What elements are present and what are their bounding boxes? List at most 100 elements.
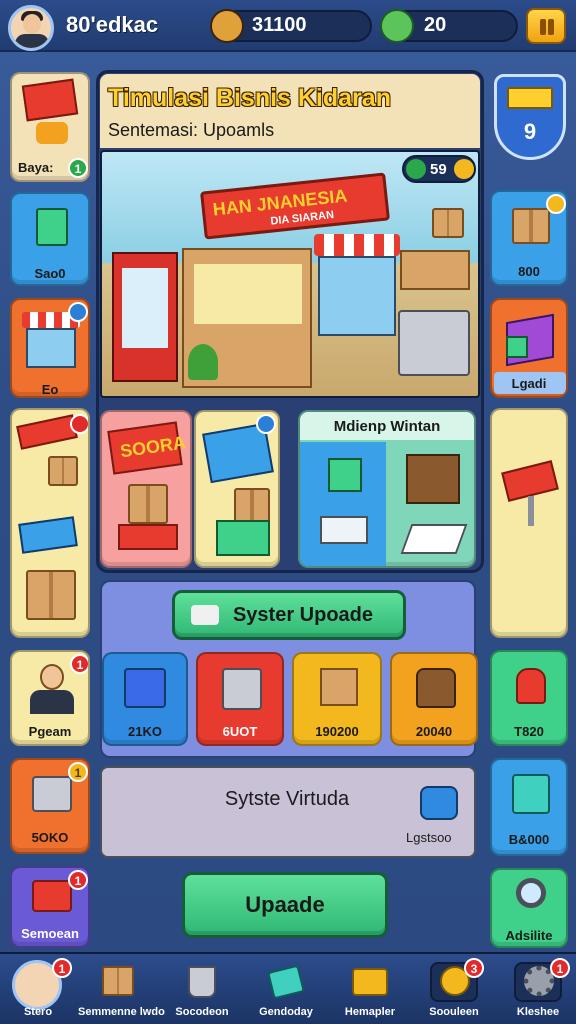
resource-label: 6UOT: [222, 724, 258, 739]
level-shield[interactable]: 9: [494, 74, 566, 160]
nav-item-dashboard[interactable]: Gendoday: [256, 954, 316, 1024]
bucket-icon: [188, 966, 216, 998]
right-tile-signpost[interactable]: [490, 408, 568, 638]
right-tile-cube[interactable]: Lgadi: [490, 298, 568, 398]
left-tile-offers[interactable]: 1 Semoean: [10, 866, 90, 948]
notification-badge: 1: [68, 870, 88, 890]
notification-badge: 1: [70, 654, 88, 674]
alert-badge: [70, 414, 88, 434]
resource-label: 20040: [415, 724, 453, 739]
resource-tile-2[interactable]: 6UOT: [196, 652, 284, 746]
nav-item-settings[interactable]: 1 Kleshee: [508, 954, 570, 1024]
left-tile-label: Sao0: [34, 266, 66, 281]
player-name: 80'edkac: [66, 12, 159, 37]
left-tile-label: 5OKO: [31, 830, 69, 845]
box-icon: [128, 484, 168, 524]
suit-icon: [30, 690, 74, 714]
awning-icon: [314, 234, 400, 256]
nav-label: Socodeon: [175, 1006, 229, 1018]
player-avatar[interactable]: [8, 5, 54, 51]
upgrade-button[interactable]: Upaade: [182, 872, 388, 938]
top-bar: 80'edkac 31100 20: [0, 0, 576, 52]
sign-icon: [21, 78, 79, 122]
nav-label: Gendoday: [259, 1006, 313, 1018]
register-icon: [406, 454, 460, 504]
product-panel[interactable]: Mdienp Wintan: [298, 410, 476, 568]
left-tile-label: Eo: [41, 382, 59, 397]
notification-badge: 3: [464, 958, 484, 978]
pole-icon: [528, 496, 534, 526]
stamp-icon: [516, 668, 546, 704]
ribbon-icon: [36, 122, 68, 144]
crate-icon: [118, 524, 178, 550]
right-tile-label: B&000: [508, 832, 550, 847]
nav-item-products[interactable]: Semmenne lwdo: [78, 954, 165, 1024]
game-subtitle: Sentemasi: Upoamls: [108, 120, 275, 140]
product-card-a[interactable]: SOORA: [100, 410, 192, 568]
info-badge: [256, 414, 276, 434]
star-card-icon: [512, 774, 550, 814]
nav-item-profile[interactable]: 1 Stero: [8, 954, 72, 1024]
left-tile-manager[interactable]: 1 Pgeam: [10, 650, 90, 746]
left-tile-supplies[interactable]: Sao0: [10, 192, 90, 286]
stall-icon: [26, 328, 76, 368]
plus-icon: [406, 159, 426, 179]
nav-label: Semmenne lwdo: [78, 1006, 165, 1018]
nav-item-explore[interactable]: 3 Soouleen: [424, 954, 484, 1024]
coin-icon: [454, 159, 474, 179]
box-icon: [48, 456, 78, 486]
notification-badge: 1: [68, 762, 88, 782]
notification-badge: 1: [52, 958, 72, 978]
left-tile-inventory[interactable]: [10, 408, 90, 638]
cash-register-icon: [352, 968, 388, 996]
sign-icon: SOORA: [107, 421, 187, 475]
pause-button[interactable]: [526, 8, 566, 44]
virtual-system-panel[interactable]: Sytste Virtuda Lgstsoo: [100, 766, 476, 858]
camera-icon: [420, 786, 458, 820]
right-tile-search[interactable]: Adsilite: [490, 868, 568, 948]
crate-icon: [216, 520, 270, 556]
resource-tile-1[interactable]: 21KO: [102, 652, 188, 746]
notification-badge: 1: [68, 158, 88, 178]
cube-face-icon: [506, 336, 528, 358]
sign-icon: [16, 414, 78, 450]
game-title: Timulasi Bisnis Kidaran: [108, 84, 391, 112]
vending-machine-icon: [112, 252, 178, 382]
left-tile-cash[interactable]: 1 5OKO: [10, 758, 90, 854]
book-icon: [36, 208, 68, 246]
virtual-system-title: Sytste Virtuda: [224, 788, 350, 810]
gem-amount: 20: [424, 14, 447, 36]
nav-label: Soouleen: [429, 1006, 479, 1018]
gift-box-icon: [32, 880, 72, 912]
nav-item-register[interactable]: Hemapler: [340, 954, 400, 1024]
resource-label: 21KO: [128, 724, 162, 739]
right-tile-stamp[interactable]: T820: [490, 650, 568, 746]
plant-icon: [188, 344, 218, 380]
right-tile-label: Lgadi: [511, 376, 547, 391]
left-tile-shop[interactable]: Baya: 1: [10, 72, 90, 182]
card-sign-text: SOORA: [118, 432, 188, 462]
resource-tile-4[interactable]: 20040: [390, 652, 478, 746]
paper-icon: [400, 524, 468, 554]
resource-tile-3[interactable]: 190200: [292, 652, 382, 746]
tablet-icon: [267, 964, 305, 1000]
right-tile-card[interactable]: B&000: [490, 758, 568, 856]
system-upgrade-button[interactable]: Syster Upoade: [172, 590, 406, 640]
nav-item-supplies[interactable]: Socodeon: [172, 954, 232, 1024]
cash-desk-icon: [400, 250, 470, 290]
left-tile-label: Pgeam: [28, 724, 72, 739]
shop-sign: HAN JNANESIA DIA SIARAN: [200, 172, 390, 240]
left-tile-stall[interactable]: Eo: [10, 298, 90, 398]
right-tile-label: 800: [518, 264, 540, 279]
shop-scene[interactable]: HAN JNANESIA DIA SIARAN: [100, 150, 480, 398]
virtual-system-sub: Lgstsoo: [406, 830, 452, 845]
box-icon: [432, 208, 464, 238]
product-card-b[interactable]: [194, 410, 280, 568]
nav-label: Hemapler: [344, 1006, 396, 1018]
right-tile-packages[interactable]: 800: [490, 190, 568, 286]
bottom-navigation: 1 Stero Semmenne lwdo Socodeon Gendoday …: [0, 952, 576, 1024]
scene-counter: 59: [402, 155, 476, 183]
nav-label: Kleshee: [516, 1006, 560, 1018]
box-icon: [512, 208, 550, 244]
level-number: 9: [523, 119, 537, 144]
